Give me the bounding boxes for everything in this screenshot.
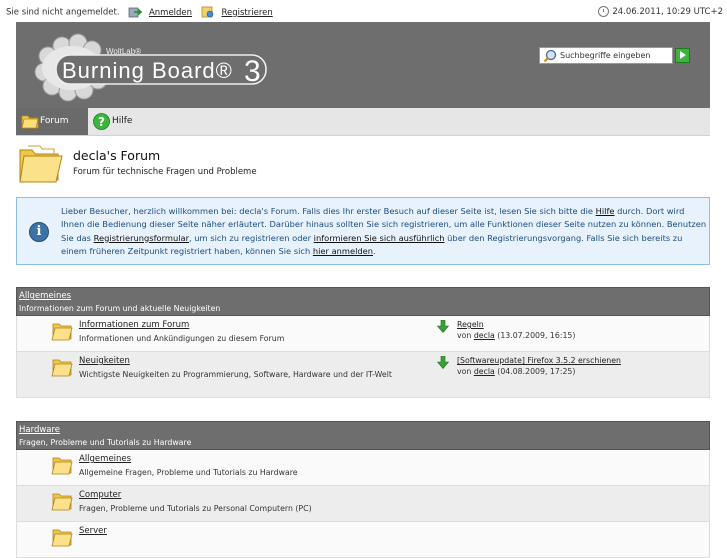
category-allgemeines: Allgemeines Informationen zum Forum und … <box>16 287 710 398</box>
board-name-link[interactable]: Allgemeines <box>79 454 131 464</box>
user-status: Sie sind nicht angemeldet. Anmelden Regi… <box>6 6 273 18</box>
info-icon: i <box>29 222 49 242</box>
category-hardware: Hardware Fragen, Probleme und Tutorials … <box>16 421 710 558</box>
search-icon <box>543 49 557 63</box>
search-input[interactable]: Suchbegriffe eingeben <box>539 47 673 64</box>
welcome-text: Lieber Besucher, herzlich willkommen bei… <box>61 205 707 259</box>
board-folder-icon[interactable] <box>51 321 73 341</box>
page-title: decla's Forum <box>73 148 161 163</box>
svg-text:?: ? <box>98 115 105 129</box>
last-post-meta: von decla (04.08.2009, 17:25) <box>457 367 575 376</box>
welcome-info-box: i Lieber Besucher, herzlich willkommen b… <box>16 197 710 265</box>
board-folder-icon[interactable] <box>51 455 73 475</box>
category-name-link[interactable]: Hardware <box>19 425 60 435</box>
last-post-by: von <box>457 331 474 340</box>
registration-info-link[interactable]: informieren Sie sich ausführlich <box>314 233 445 243</box>
board-name-link[interactable]: Informationen zum Forum <box>79 320 189 330</box>
login-link[interactable]: Anmelden <box>149 8 192 18</box>
register-link[interactable]: Registrieren <box>221 8 272 18</box>
registration-form-link[interactable]: Registrierungsformular <box>94 233 189 243</box>
datetime-text: 24.06.2011, 10:29 UTC+2 <box>612 7 723 17</box>
page-subtitle: Forum für technische Fragen und Probleme <box>73 167 257 177</box>
board-row: Informationen zum Forum Informationen un… <box>16 316 710 352</box>
board-name-link[interactable]: Server <box>79 526 107 536</box>
go-to-last-post-icon[interactable] <box>437 320 449 333</box>
register-icon <box>201 6 214 18</box>
board-row: Allgemeines Allgemeine Fragen, Probleme … <box>16 450 710 486</box>
tab-forum[interactable]: Forum <box>16 108 88 135</box>
board-folder-icon[interactable] <box>51 357 73 377</box>
header-banner: WoltLab® Burning Board® 3 Suchbegriffe e… <box>16 22 710 108</box>
burning-board-logo[interactable]: WoltLab® Burning Board® 3 <box>34 32 294 102</box>
login-here-link[interactable]: hier anmelden <box>313 246 373 256</box>
forum-folder-large-icon <box>19 145 63 183</box>
last-post-date: (13.07.2009, 16:15) <box>494 331 576 340</box>
board-folder-icon[interactable] <box>51 491 73 511</box>
last-post-meta: von decla (13.07.2009, 16:15) <box>457 331 575 340</box>
last-post-user-link[interactable]: decla <box>474 331 495 340</box>
main-navigation: Forum ? Hilfe <box>16 108 710 136</box>
tab-forum-label: Forum <box>40 116 69 126</box>
board-row: Neuigkeiten Wichtigste Neuigkeiten zu Pr… <box>16 352 710 398</box>
board-description: Wichtigste Neuigkeiten zu Programmierung… <box>79 370 392 379</box>
category-description: Informationen zum Forum und aktuelle Neu… <box>19 304 221 313</box>
help-link[interactable]: Hilfe <box>596 206 615 216</box>
go-to-last-post-icon[interactable] <box>437 356 449 369</box>
welcome-text-part: . <box>373 246 376 257</box>
board-description: Fragen, Probleme und Tutorials zu Person… <box>79 504 312 513</box>
board-name-link[interactable]: Neuigkeiten <box>79 356 130 366</box>
datetime: 24.06.2011, 10:29 UTC+2 <box>598 6 723 17</box>
category-name-link[interactable]: Allgemeines <box>19 291 71 301</box>
board-row: Computer Fragen, Probleme und Tutorials … <box>16 486 710 522</box>
last-post-title-link[interactable]: [Softwareupdate] Firefox 3.5.2 erschiene… <box>457 356 621 365</box>
search-form: Suchbegriffe eingeben <box>539 47 690 64</box>
board-folder-icon[interactable] <box>51 527 73 547</box>
logo-small-text: WoltLab® <box>106 47 141 56</box>
last-post-user-link[interactable]: decla <box>474 367 495 376</box>
tab-help[interactable]: ? Hilfe <box>88 108 148 135</box>
board-description: Informationen und Ankündigungen zu diese… <box>79 334 285 343</box>
not-logged-in-text: Sie sind nicht angemeldet. <box>6 7 120 18</box>
category-header: Allgemeines Informationen zum Forum und … <box>16 287 710 316</box>
top-bar: Sie sind nicht angemeldet. Anmelden Regi… <box>0 0 727 22</box>
board-name-link[interactable]: Computer <box>79 490 121 500</box>
welcome-text-part: Lieber Besucher, herzlich willkommen bei… <box>61 206 596 216</box>
logo-number: 3 <box>244 55 261 88</box>
category-description: Fragen, Probleme und Tutorials zu Hardwa… <box>19 438 192 447</box>
forum-folder-icon <box>21 115 39 129</box>
last-post-date: (04.08.2009, 17:25) <box>494 367 576 376</box>
board-description: Allgemeine Fragen, Probleme und Tutorial… <box>79 468 298 477</box>
login-icon <box>128 7 143 18</box>
logo-main-text: Burning Board® <box>62 58 233 83</box>
search-submit-button[interactable] <box>675 48 690 63</box>
category-header: Hardware Fragen, Probleme und Tutorials … <box>16 421 710 450</box>
last-post-title-link[interactable]: Regeln <box>457 320 484 329</box>
tab-help-label: Hilfe <box>112 116 133 126</box>
board-row: Server <box>16 522 710 558</box>
help-icon: ? <box>93 113 110 130</box>
clock-icon <box>598 6 610 17</box>
search-placeholder: Suchbegriffe eingeben <box>560 51 651 60</box>
welcome-text-part: , um sich zu registrieren oder <box>189 232 314 243</box>
last-post-by: von <box>457 367 474 376</box>
